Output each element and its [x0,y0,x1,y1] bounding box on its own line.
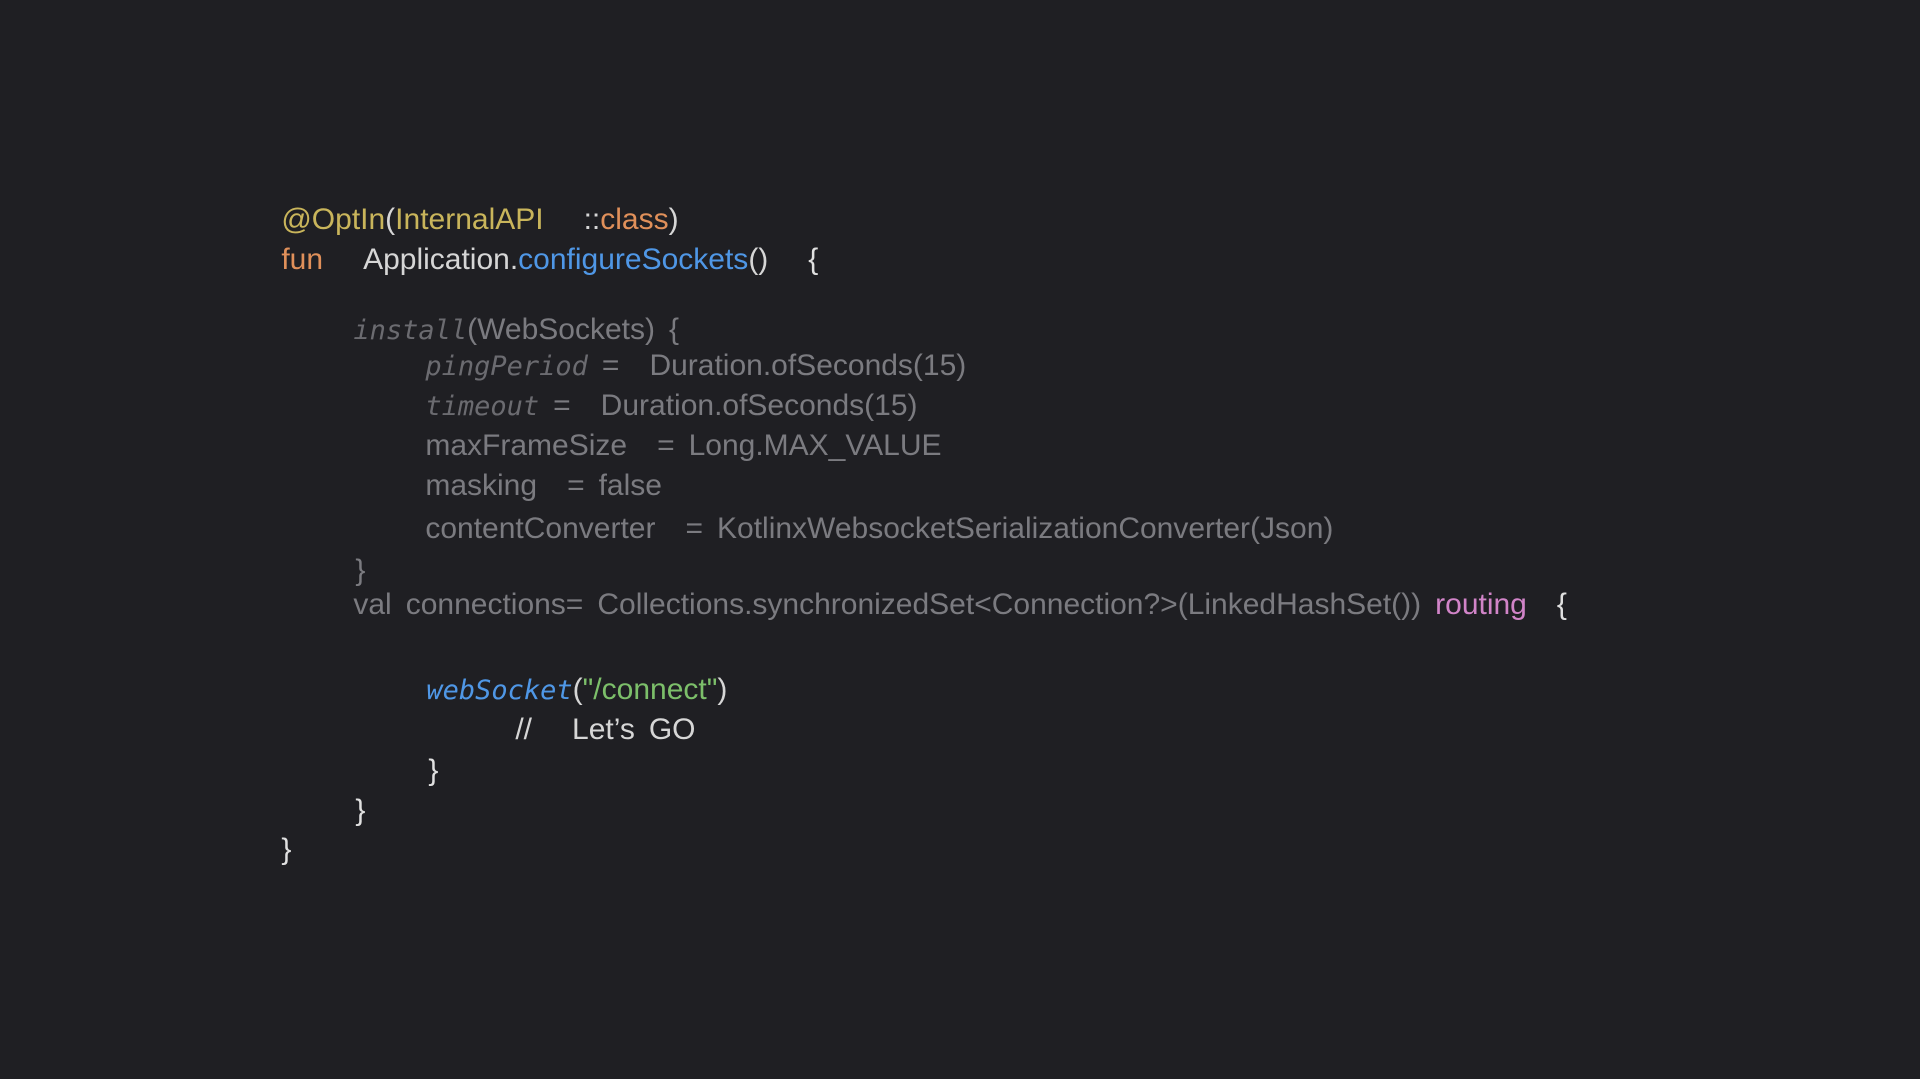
code-line-3: install(WebSockets){ [320,270,679,346]
code-line-6: maxFrameSize = Long.MAX_VALUE [392,386,941,462]
code-line-4: pingPeriod = Duration.ofSeconds(15) [392,306,966,382]
brace-token: } [355,794,366,827]
property-token: contentConverter [425,512,656,545]
code-line-7: masking = false [392,426,662,502]
code-line-1: @OptIn(InternalAPI::class) [248,160,678,236]
brace-token: } [428,754,439,787]
code-line-10: val connections= Collections.synchronizedS… [320,545,1567,621]
code-editor: @OptIn(InternalAPI::class) fun Applicatio… [0,0,1920,1079]
paren-token: ) [717,673,728,706]
equals-token: = [685,512,704,545]
code-line-11: webSocket("/connect") [393,630,727,706]
code-line-14: } [322,751,365,827]
brace-token: } [281,833,292,866]
keyword-token: fun [281,243,324,276]
code-line-13: } [395,711,438,787]
paren-token: () [748,243,769,276]
code-line-2: fun Application.configureSockets(){ [248,200,818,276]
comment-slashes-token: // [515,713,533,746]
value-token: Collections.synchronizedSet<Connection?>… [597,588,1422,621]
comment-text-token: GO [648,713,696,746]
comment-text-token: Let’s [572,713,635,746]
value-token: Long.MAX_VALUE [688,429,942,462]
brace-token: { [1556,588,1567,621]
keyword-token: val [353,588,392,621]
value-token: KotlinxWebsocketSerializationConverter(J… [717,512,1334,545]
code-line-15: } [248,790,291,866]
routing-token: routing [1435,588,1527,621]
code-line-8: contentConverter = KotlinxWebsocketSeriali… [392,469,1333,545]
brace-token: { [808,243,819,276]
code-line-5: timeout = Duration.ofSeconds(15) [392,346,917,422]
code-line-12: // Let’s GO [482,670,695,746]
variable-token: connections= [405,588,584,621]
